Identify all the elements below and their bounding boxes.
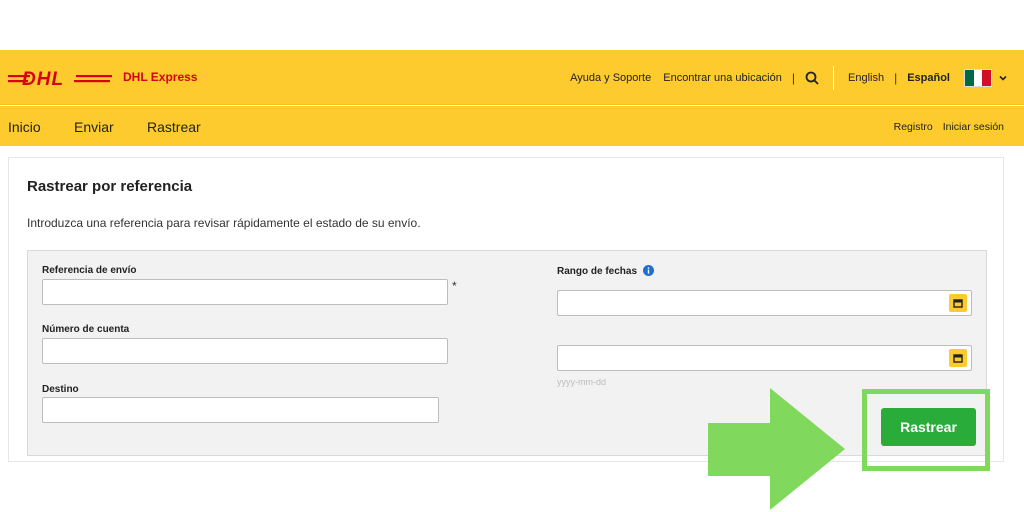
separator: | xyxy=(894,70,898,85)
account-label: Número de cuenta xyxy=(42,324,130,335)
dhl-logo[interactable]: DHL xyxy=(8,67,112,89)
destination-input[interactable] xyxy=(42,397,439,423)
required-mark: * xyxy=(452,279,457,293)
chevron-down-icon[interactable] xyxy=(998,73,1008,83)
nav-item-inicio[interactable]: Inicio xyxy=(8,119,41,135)
svg-text:DHL: DHL xyxy=(22,69,64,89)
register-link[interactable]: Registro xyxy=(894,121,933,133)
calendar-icon[interactable] xyxy=(949,294,967,312)
main-nav: Inicio Enviar Rastrear Registro Iniciar … xyxy=(0,106,1024,146)
page-title: Rastrear por referencia xyxy=(27,178,193,195)
intro-text: Introduzca una referencia para revisar r… xyxy=(27,216,421,230)
account-links: Registro Iniciar sesión xyxy=(894,121,1004,133)
nav-item-enviar[interactable]: Enviar xyxy=(74,119,114,135)
date-format-hint: yyyy-mm-dd xyxy=(557,377,606,387)
language-english[interactable]: English xyxy=(848,72,884,84)
find-location-link[interactable]: Encontrar una ubicación xyxy=(663,72,782,84)
date-range-label: Rango de fechas xyxy=(557,265,654,277)
separator: | xyxy=(791,70,795,85)
account-input[interactable] xyxy=(42,338,448,364)
mexico-flag-icon[interactable] xyxy=(964,68,992,87)
date-range-label-text: Rango de fechas xyxy=(557,266,638,277)
tracking-card: Rastrear por referencia Introduzca una r… xyxy=(8,157,1004,462)
vertical-divider xyxy=(833,65,834,90)
calendar-icon[interactable] xyxy=(949,349,967,367)
nav-item-rastrear[interactable]: Rastrear xyxy=(147,119,201,135)
reference-label: Referencia de envío xyxy=(42,265,137,276)
language-espanol[interactable]: Español xyxy=(907,72,950,84)
date-from-input[interactable] xyxy=(557,290,972,316)
destination-label: Destino xyxy=(42,384,79,395)
track-button[interactable]: Rastrear xyxy=(881,408,976,446)
arrow-right-icon xyxy=(708,388,845,510)
search-icon[interactable] xyxy=(805,71,819,85)
top-header: DHL DHL Express Ayuda y Soporte Encontra… xyxy=(0,50,1024,105)
help-support-link[interactable]: Ayuda y Soporte xyxy=(570,72,651,84)
header-links: Ayuda y Soporte Encontrar una ubicación … xyxy=(558,50,1008,105)
info-icon[interactable] xyxy=(642,265,654,276)
brand-name: DHL Express xyxy=(123,70,198,84)
date-to-input[interactable] xyxy=(557,345,972,371)
page-root: DHL DHL Express Ayuda y Soporte Encontra… xyxy=(0,0,1024,512)
reference-input[interactable] xyxy=(42,279,448,305)
login-link[interactable]: Iniciar sesión xyxy=(943,121,1004,133)
